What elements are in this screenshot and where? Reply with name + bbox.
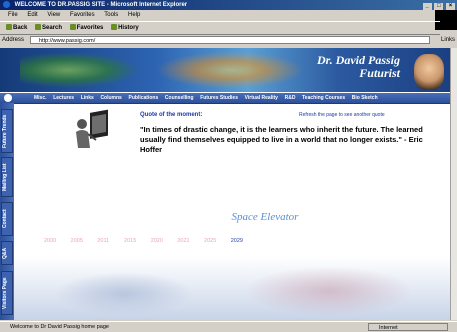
back-arrow-icon [6,24,12,31]
side-tab-future-trends[interactable]: Future Trends [1,109,13,153]
year-link[interactable]: 2005 [71,238,96,244]
menu-tools[interactable]: Tools [104,12,118,18]
browser-window: WELCOME TO DR.PASSIG SITE - Microsoft In… [0,0,457,332]
back-button[interactable]: Back [6,24,27,31]
history-icon [111,24,118,31]
year-link[interactable]: 2020 [151,238,176,244]
address-bar: Address http://www.passig.com/ Links [0,35,457,46]
nav-lectures[interactable]: Lectures [53,95,74,101]
side-tab-visitors-page[interactable]: Visitors Page [1,271,13,315]
banner-art [20,52,140,88]
security-zone: Internet [368,323,448,331]
nav-bullet-icon [4,94,12,102]
quote-title: Quote of the moment: [140,112,203,118]
nav-futures-studies[interactable]: Futures Studies [200,95,238,101]
vertical-scrollbar[interactable] [450,48,457,320]
page-content: Dr. David Passig Futurist Misc. Lectures… [0,48,450,320]
menu-edit[interactable]: Edit [27,12,37,18]
year-link[interactable]: 2021 [177,238,202,244]
nav-links[interactable]: Links [81,95,94,101]
nav-misc[interactable]: Misc. [34,95,47,101]
links-label[interactable]: Links [441,35,455,46]
nav-counselling[interactable]: Counselling [165,95,194,101]
side-tab-qa[interactable]: Q&A [1,241,13,265]
nav-bio-sketch[interactable]: Bio Sketch [352,95,378,101]
space-elevator-link[interactable]: Space Elevator [0,211,450,223]
menu-favorites[interactable]: Favorites [70,12,95,18]
top-nav: Misc. Lectures Links Columns Publication… [0,93,450,104]
year-timeline: 2000 2005 2011 2015 2020 2021 2025 2029 [44,238,256,246]
maximize-button[interactable]: □ [434,3,444,10]
search-icon [35,24,42,31]
nav-rnd[interactable]: R&D [285,95,296,101]
site-name: Dr. David Passig Futurist [317,54,400,80]
nav-virtual-reality[interactable]: Virtual Reality [245,95,278,101]
year-link-current[interactable]: 2029 [231,238,256,244]
year-link[interactable]: 2025 [204,238,229,244]
address-label: Address [2,37,25,43]
favorites-icon [69,24,76,31]
address-input[interactable]: http://www.passig.com/ [30,36,430,44]
menu-bar: File Edit View Favorites Tools Help [0,10,457,30]
close-button[interactable]: × [446,3,455,10]
year-link[interactable]: 2000 [44,238,69,244]
footer-art-shape [244,266,414,316]
menu-view[interactable]: View [47,12,60,18]
nav-columns[interactable]: Columns [100,95,121,101]
status-bar: Welcome to Dr David Passig home page Int… [0,321,457,332]
year-link[interactable]: 2011 [97,238,122,244]
banner-art-glow [150,50,310,90]
site-banner: Dr. David Passig Futurist [0,48,450,92]
minimize-button[interactable]: _ [422,3,432,10]
toolbar: Back Search Favorites History [0,21,440,35]
menu-file[interactable]: File [8,12,18,18]
quote-text: "In times of drastic change, it is the l… [140,125,423,154]
ie-icon [3,1,10,8]
nav-teaching-courses[interactable]: Teaching Courses [302,95,345,101]
favorites-button[interactable]: Favorites [69,24,103,31]
window-title: WELCOME TO DR.PASSIG SITE - Microsoft In… [14,2,188,8]
thinker-computer-icon [76,109,108,148]
search-button[interactable]: Search [35,24,62,31]
refresh-quote-link[interactable]: Refresh the page to see another quote [299,112,385,118]
title-bar: WELCOME TO DR.PASSIG SITE - Microsoft In… [0,0,457,10]
year-link[interactable]: 2015 [124,238,149,244]
menu-help[interactable]: Help [128,12,140,18]
history-button[interactable]: History [111,24,139,31]
footer-art [14,256,450,320]
site-name-line2: Futurist [359,66,400,80]
nav-publications[interactable]: Publications [129,95,159,101]
author-portrait [414,54,444,90]
side-tab-mailing-list[interactable]: Mailing List [1,157,13,197]
footer-art-shape [54,272,194,316]
